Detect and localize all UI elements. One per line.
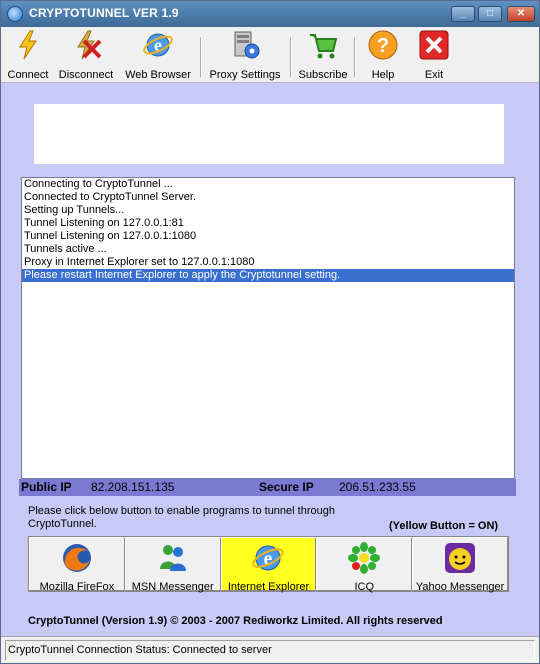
svg-text:?: ? (377, 35, 389, 57)
help-icon: ? (368, 30, 398, 60)
yahoo-icon (445, 543, 476, 573)
disconnect-icon (77, 30, 102, 60)
ie-icon: e (252, 545, 285, 571)
log-line: Connecting to CryptoTunnel ... (24, 178, 173, 190)
exit-button[interactable]: Exit (415, 29, 453, 81)
public-ip-value: 82.208.151.135 (91, 480, 175, 494)
subscribe-label: Subscribe (298, 69, 348, 81)
log-line: Connected to CryptoTunnel Server. (24, 191, 197, 203)
yahoo-button[interactable]: Yahoo Messenger (412, 537, 508, 593)
connect-button[interactable]: Connect (5, 29, 51, 81)
connection-log[interactable]: Connecting to CryptoTunnel ... Connected… (21, 177, 515, 479)
firefox-icon (62, 544, 91, 572)
icq-button[interactable]: ICQ (316, 537, 413, 593)
proxy-settings-label: Proxy Settings (209, 69, 281, 81)
close-button[interactable]: ✕ (507, 6, 535, 22)
secure-ip-value: 206.51.233.55 (339, 480, 416, 494)
disconnect-label: Disconnect (58, 69, 114, 81)
banner-area (34, 104, 504, 164)
internet-explorer-label: Internet Explorer (227, 581, 310, 593)
public-ip-label: Public IP (21, 480, 72, 494)
legend-text: (Yellow Button = ON) (389, 520, 499, 532)
secure-ip-label: Secure IP (259, 480, 314, 494)
copyright-text: CryptoTunnel (Version 1.9) © 2003 - 2007… (28, 615, 443, 627)
help-label: Help (371, 69, 395, 81)
title-bar[interactable]: CRYPTOTUNNEL VER 1.9 _ □ ✕ (1, 1, 539, 27)
proxy-settings-button[interactable]: Proxy Settings (208, 29, 282, 81)
minimize-button[interactable]: _ (451, 6, 475, 22)
toolbar: Connect Disconnect e Web Browser Proxy S… (1, 27, 539, 83)
ip-bar: Public IP 82.208.151.135 Secure IP 206.5… (19, 479, 516, 496)
msn-button[interactable]: MSN Messenger (124, 537, 221, 593)
shopping-cart-icon (310, 34, 338, 59)
subscribe-button[interactable]: Subscribe (297, 29, 349, 81)
exit-label: Exit (424, 69, 444, 81)
status-bar: CryptoTunnel Connection Status: Connecte… (1, 636, 539, 663)
log-line-selected[interactable]: Please restart Internet Explorer to appl… (22, 269, 514, 282)
toolbar-separator (354, 37, 356, 77)
web-browser-button[interactable]: e Web Browser (125, 29, 191, 81)
disconnect-button[interactable]: Disconnect (57, 29, 115, 81)
server-gear-icon (234, 31, 260, 59)
instructions-text: Please click below button to enable prog… (28, 505, 335, 530)
msn-icon (159, 545, 186, 571)
lightning-icon (19, 30, 37, 60)
toolbar-separator (200, 37, 202, 77)
app-tunnel-buttons: Mozilla FireFox MSN Messenger e Internet… (28, 536, 509, 593)
firefox-button[interactable]: Mozilla FireFox (29, 537, 125, 593)
internet-explorer-button[interactable]: e Internet Explorer (220, 537, 317, 593)
firefox-label: Mozilla FireFox (39, 581, 115, 593)
exit-icon (419, 30, 449, 60)
msn-label: MSN Messenger (131, 581, 214, 593)
toolbar-separator (290, 37, 292, 77)
log-line: Tunnel Listening on 127.0.0.1:1080 (24, 230, 197, 242)
yahoo-label: Yahoo Messenger (415, 581, 505, 593)
log-line: Proxy in Internet Explorer set to 127.0.… (24, 256, 255, 268)
icq-label: ICQ (354, 581, 375, 593)
ie-icon: e (143, 33, 173, 57)
app-window: CRYPTOTUNNEL VER 1.9 _ □ ✕ Connect Disco… (0, 0, 540, 664)
connect-label: Connect (7, 69, 49, 81)
log-line: Setting up Tunnels... (24, 204, 125, 216)
web-browser-label: Web Browser (125, 69, 191, 81)
connection-status: CryptoTunnel Connection Status: Connecte… (5, 640, 535, 661)
log-line: Tunnel Listening on 127.0.0.1:81 (24, 217, 184, 229)
maximize-button[interactable]: □ (478, 6, 502, 22)
app-icon (7, 6, 23, 22)
window-title: CRYPTOTUNNEL VER 1.9 (29, 6, 179, 20)
help-button[interactable]: ? Help (363, 29, 403, 81)
log-line: Tunnels active ... (24, 243, 107, 255)
icq-icon (348, 542, 381, 574)
